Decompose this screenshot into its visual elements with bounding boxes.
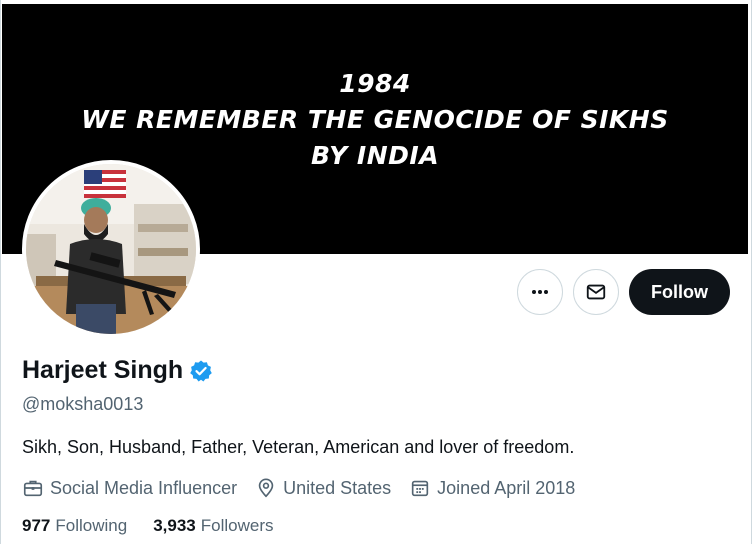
banner-line: 1984 — [339, 69, 411, 98]
following-link[interactable]: 977 Following — [22, 516, 127, 536]
more-button[interactable] — [517, 269, 563, 315]
following-label: Following — [55, 516, 128, 535]
banner-line: WE REMEMBER THE GENOCIDE OF SIKHS — [81, 105, 669, 134]
category-text: Social Media Influencer — [50, 477, 238, 498]
profile-bio: Sikh, Son, Husband, Father, Veteran, Ame… — [22, 437, 575, 457]
avatar-photo — [26, 164, 196, 334]
briefcase-icon — [23, 480, 43, 497]
location-pin-icon — [258, 478, 274, 498]
follow-button[interactable]: Follow — [629, 269, 730, 315]
envelope-icon — [586, 284, 606, 300]
category-item: Social Media Influencer — [22, 477, 237, 499]
display-name: Harjeet Singh — [22, 356, 184, 384]
message-button[interactable] — [573, 269, 619, 315]
profile-meta: Social Media Influencer United States Jo… — [22, 477, 575, 499]
joined-text: Joined April 2018 — [437, 477, 576, 498]
followers-label: Followers — [200, 516, 274, 535]
avatar[interactable] — [22, 160, 200, 338]
following-count: 977 — [22, 516, 51, 535]
joined-item: Joined April 2018 — [409, 477, 575, 499]
profile-actions: Follow — [517, 269, 730, 315]
location-item: United States — [255, 477, 391, 499]
calendar-icon — [412, 480, 429, 497]
followers-link[interactable]: 3,933 Followers — [153, 516, 273, 536]
verified-badge-icon[interactable] — [189, 359, 213, 383]
banner-text: 1984 WE REMEMBER THE GENOCIDE OF SIKHS B… — [2, 66, 748, 174]
name-row: Harjeet Singh — [22, 356, 213, 385]
more-icon — [532, 290, 548, 294]
profile-stats: 977 Following 3,933 Followers — [22, 516, 273, 536]
location-text: United States — [283, 477, 392, 498]
user-handle: @moksha0013 — [22, 394, 144, 414]
followers-count: 3,933 — [153, 516, 196, 535]
